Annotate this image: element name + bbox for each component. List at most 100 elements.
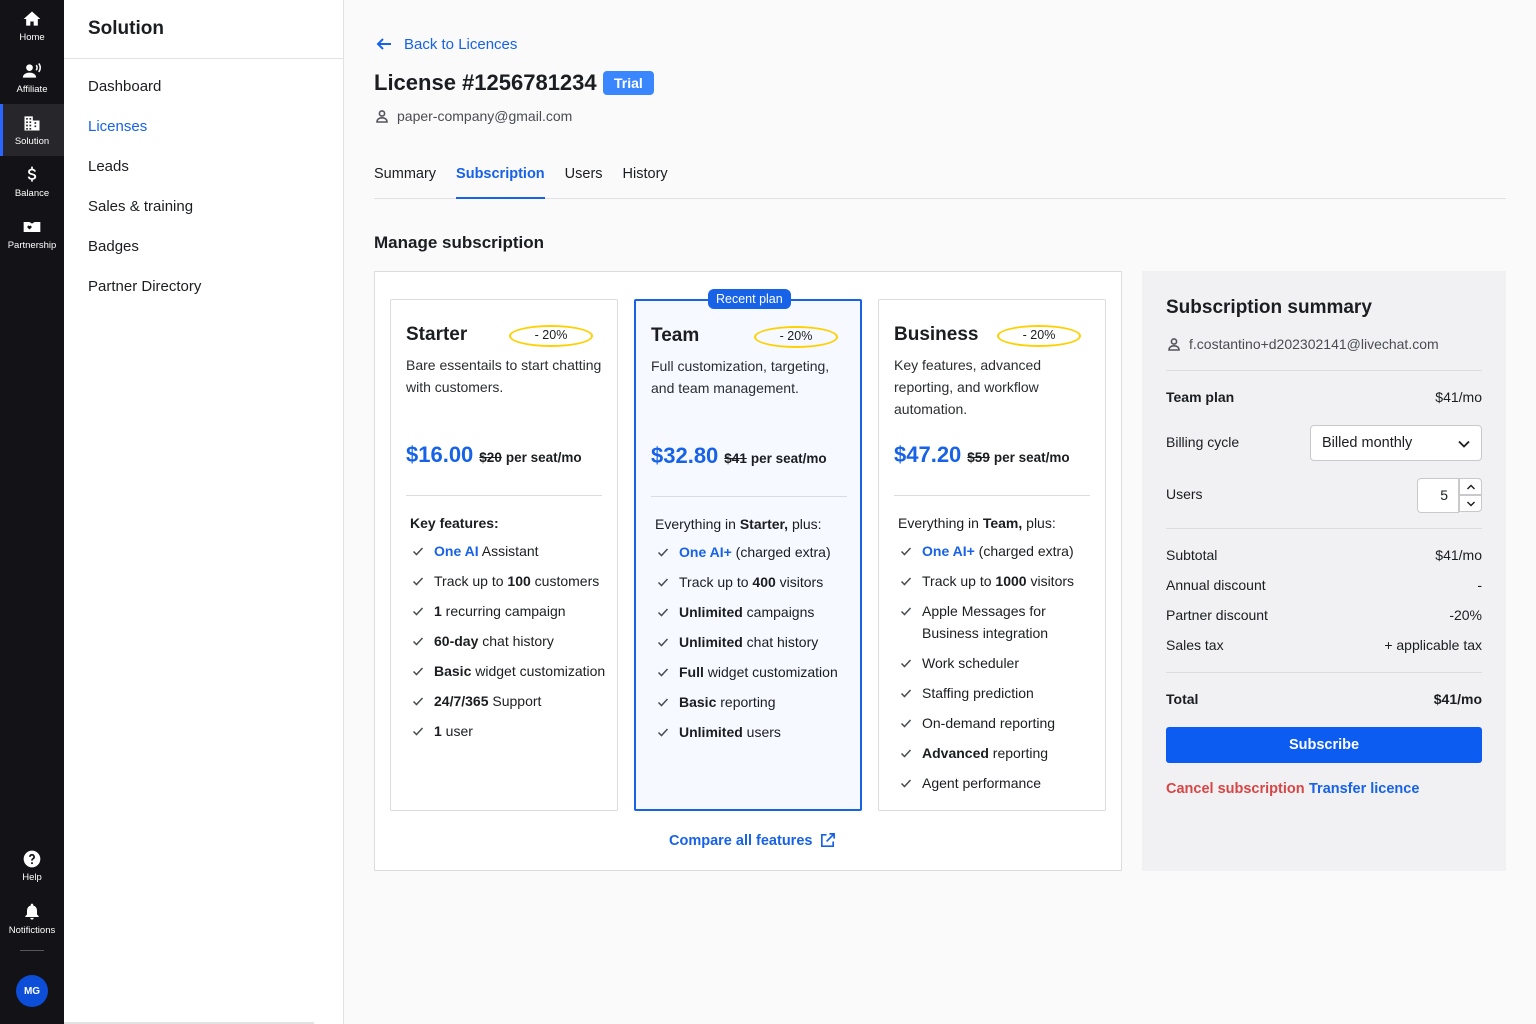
tab-history[interactable]: History (623, 160, 668, 199)
feature-emphasis: Unlimited (679, 724, 743, 740)
license-owner: paper-company@gmail.com (375, 108, 572, 124)
partnership-icon (23, 222, 41, 232)
back-to-licences-link[interactable]: Back to Licences (374, 34, 517, 54)
subnav-item-licenses[interactable]: Licenses (64, 107, 343, 147)
subtotal-label: Subtotal (1166, 547, 1218, 563)
check-icon (900, 659, 912, 668)
subnav-title: Solution (64, 0, 343, 59)
feature-text: plus: (788, 516, 822, 532)
check-icon (900, 779, 912, 788)
subtotal-row: Subtotal $41/mo (1166, 547, 1482, 563)
rail-label: Home (19, 32, 45, 43)
transfer-licence-link[interactable]: Transfer licence (1309, 781, 1419, 797)
subscribe-button[interactable]: Subscribe (1166, 727, 1482, 763)
subnav-item-dashboard[interactable]: Dashboard (64, 67, 343, 107)
dollar-icon (27, 166, 37, 182)
users-input[interactable]: 5 (1417, 478, 1459, 513)
feature-text: Support (488, 693, 542, 709)
help-icon (23, 850, 41, 868)
sales-tax-value: + applicable tax (1384, 637, 1482, 653)
subnav-item-leads[interactable]: Leads (64, 147, 343, 187)
price-original: $20 (479, 450, 502, 465)
avatar[interactable]: MG (16, 975, 48, 1007)
feature-text: visitors (775, 574, 824, 590)
rail-item-notifications[interactable]: Notifictions (0, 893, 64, 945)
tab-summary[interactable]: Summary (374, 160, 436, 199)
arrow-left-icon (376, 38, 391, 50)
feature-emphasis: Unlimited (679, 604, 743, 620)
features-heading: Key features: (410, 515, 499, 531)
price-unit: per seat/mo (750, 451, 827, 466)
check-icon (900, 607, 912, 616)
feature-item: 1 recurring campaign (412, 600, 612, 622)
feature-item: One AI+ (charged extra) (657, 541, 857, 563)
feature-emphasis: Unlimited (679, 634, 743, 650)
subnav-item-sales-training[interactable]: Sales & training (64, 187, 343, 227)
billing-cycle-select[interactable]: Billed monthly (1310, 425, 1482, 461)
check-icon (657, 548, 669, 557)
increment-button[interactable] (1459, 478, 1482, 495)
rail-item-help[interactable]: Help (0, 840, 64, 892)
check-icon (412, 697, 424, 706)
compare-features-link[interactable]: Compare all features (669, 832, 836, 849)
rail-item-solution[interactable]: Solution (0, 104, 64, 156)
feature-text: Everything in (898, 515, 983, 531)
tab-subscription[interactable]: Subscription (456, 160, 545, 199)
annual-discount-label: Annual discount (1166, 577, 1266, 593)
price-current: $16.00 (406, 442, 474, 467)
chevron-down-icon (1466, 501, 1475, 506)
plan-value: $41/mo (1435, 389, 1482, 405)
rail-divider (20, 950, 44, 951)
plan-card-starter[interactable]: Starter - 20% Bare essentails to start c… (390, 299, 618, 811)
feature-item: 24/7/365 Support (412, 690, 612, 712)
decrement-button[interactable] (1459, 495, 1482, 512)
feature-highlight: One AI+ (679, 544, 732, 560)
feature-text: widget customization (471, 663, 606, 679)
annual-discount-value: - (1477, 577, 1482, 593)
feature-item: Track up to 400 visitors (657, 571, 857, 593)
chevron-up-icon (1466, 484, 1475, 489)
plan-card-business[interactable]: Business - 20% Key features, advanced re… (878, 299, 1106, 811)
main-content: Back to Licences License #1256781234 Tri… (344, 0, 1536, 1024)
plan-card-team[interactable]: Recent plan Team - 20% Full customizatio… (634, 289, 862, 811)
rail-item-home[interactable]: Home (0, 0, 64, 52)
subnav-item-partner-directory[interactable]: Partner Directory (64, 267, 343, 307)
feature-highlight: One AI (434, 543, 479, 559)
check-icon (657, 578, 669, 587)
rail-item-partnership[interactable]: Partnership (0, 208, 64, 260)
subscription-summary: Subscription summary f.costantino+d20230… (1142, 271, 1506, 871)
annual-discount-row: Annual discount - (1166, 577, 1482, 593)
plan-name: Starter (406, 324, 468, 345)
check-icon (412, 577, 424, 586)
cancel-subscription-link[interactable]: Cancel subscription (1166, 781, 1305, 797)
check-icon (900, 547, 912, 556)
feature-text: Assistant (478, 543, 539, 559)
owner-email: paper-company@gmail.com (397, 108, 573, 124)
plan-row: Team plan $41/mo (1166, 389, 1482, 405)
rail-item-affiliate[interactable]: Affiliate (0, 52, 64, 104)
page-title: License #1256781234 (374, 70, 597, 95)
tab-users[interactable]: Users (565, 160, 603, 199)
feature-text: (charged extra) (731, 544, 831, 560)
rail-label: Affiliate (16, 84, 48, 95)
check-icon (900, 577, 912, 586)
feature-text: Staffing prediction (922, 685, 1034, 701)
check-icon (657, 638, 669, 647)
subnav-item-badges[interactable]: Badges (64, 227, 343, 267)
feature-text: Apple Messages for Business integration (922, 603, 1049, 641)
feature-text: (charged extra) (974, 543, 1074, 559)
partner-discount-label: Partner discount (1166, 607, 1268, 623)
external-link-icon (821, 833, 836, 848)
rail-item-balance[interactable]: Balance (0, 156, 64, 208)
plan-description: Bare essentails to start chatting with c… (406, 357, 602, 395)
divider (1166, 370, 1482, 371)
feature-item: Unlimited users (657, 721, 857, 743)
feature-item: Advanced reporting (900, 742, 1100, 764)
billing-value: Billed monthly (1322, 435, 1413, 451)
price-unit: per seat/mo (505, 450, 582, 465)
compare-label: Compare all features (669, 832, 813, 849)
plans-panel: Starter - 20% Bare essentails to start c… (374, 271, 1122, 871)
feature-list: One AI Assistant Track up to 100 customer… (412, 540, 612, 750)
feature-text: users (742, 724, 781, 740)
tab-bar: Summary Subscription Users History (374, 160, 1506, 199)
